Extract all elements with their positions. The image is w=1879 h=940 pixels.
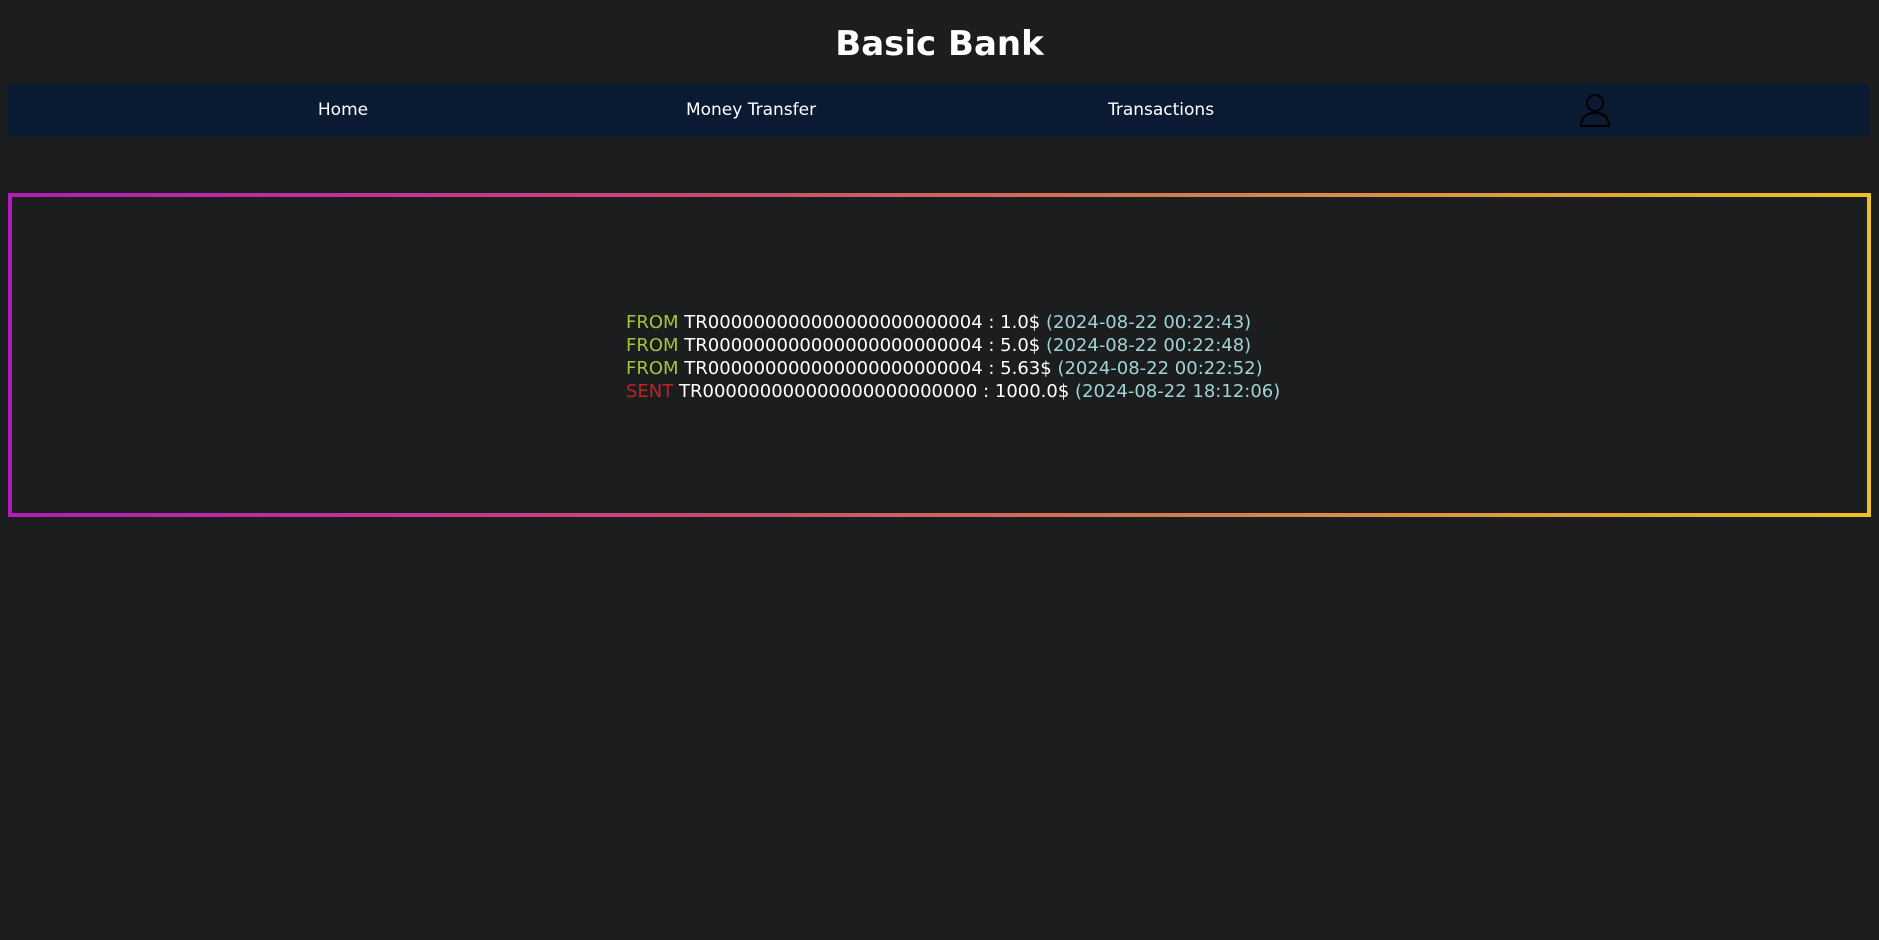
transaction-direction: FROM <box>626 335 679 356</box>
transaction-account: TR000000000000000000000004 <box>684 335 983 356</box>
transaction-timestamp: (2024-08-22 00:22:43) <box>1045 312 1252 333</box>
transaction-timestamp: (2024-08-22 00:22:48) <box>1045 335 1252 356</box>
transaction-separator: : <box>977 381 995 402</box>
transaction-separator: : <box>982 335 1001 356</box>
transaction-timestamp: (2024-08-22 18:12:06) <box>1075 381 1281 402</box>
transaction-amount: 1.0$ <box>1000 312 1041 333</box>
transaction-separator: : <box>982 358 1001 379</box>
transaction-direction: SENT <box>626 381 674 402</box>
transaction-account: TR000000000000000000000004 <box>684 312 983 333</box>
transaction-amount: 1000.0$ <box>994 381 1070 402</box>
transaction-amount: 5.0$ <box>1000 335 1041 356</box>
transaction-row: FROM TR000000000000000000000004 : 5.63$ … <box>626 357 1280 380</box>
nav-money-transfer-link[interactable]: Money Transfer <box>686 84 816 136</box>
nav-transactions-link[interactable]: Transactions <box>1108 84 1214 136</box>
navbar: Home Money Transfer Transactions <box>8 84 1869 136</box>
transaction-direction: FROM <box>626 312 679 333</box>
nav-home-link[interactable]: Home <box>318 84 368 136</box>
transaction-row: SENT TR000000000000000000000000 : 1000.0… <box>626 380 1280 403</box>
transaction-row: FROM TR000000000000000000000004 : 1.0$ (… <box>626 311 1280 334</box>
user-icon[interactable] <box>1577 92 1613 128</box>
transaction-amount: 5.63$ <box>1000 358 1052 379</box>
transaction-row: FROM TR000000000000000000000004 : 5.0$ (… <box>626 334 1280 357</box>
app-title: Basic Bank <box>835 24 1044 64</box>
transaction-separator: : <box>982 312 1001 333</box>
transaction-account: TR000000000000000000000004 <box>684 358 983 379</box>
transactions-panel: FROM TR000000000000000000000004 : 1.0$ (… <box>8 193 1871 517</box>
transaction-direction: FROM <box>626 358 679 379</box>
transaction-account: TR000000000000000000000000 <box>679 381 978 402</box>
transaction-list: FROM TR000000000000000000000004 : 1.0$ (… <box>626 311 1280 403</box>
transaction-timestamp: (2024-08-22 00:22:52) <box>1057 358 1263 379</box>
